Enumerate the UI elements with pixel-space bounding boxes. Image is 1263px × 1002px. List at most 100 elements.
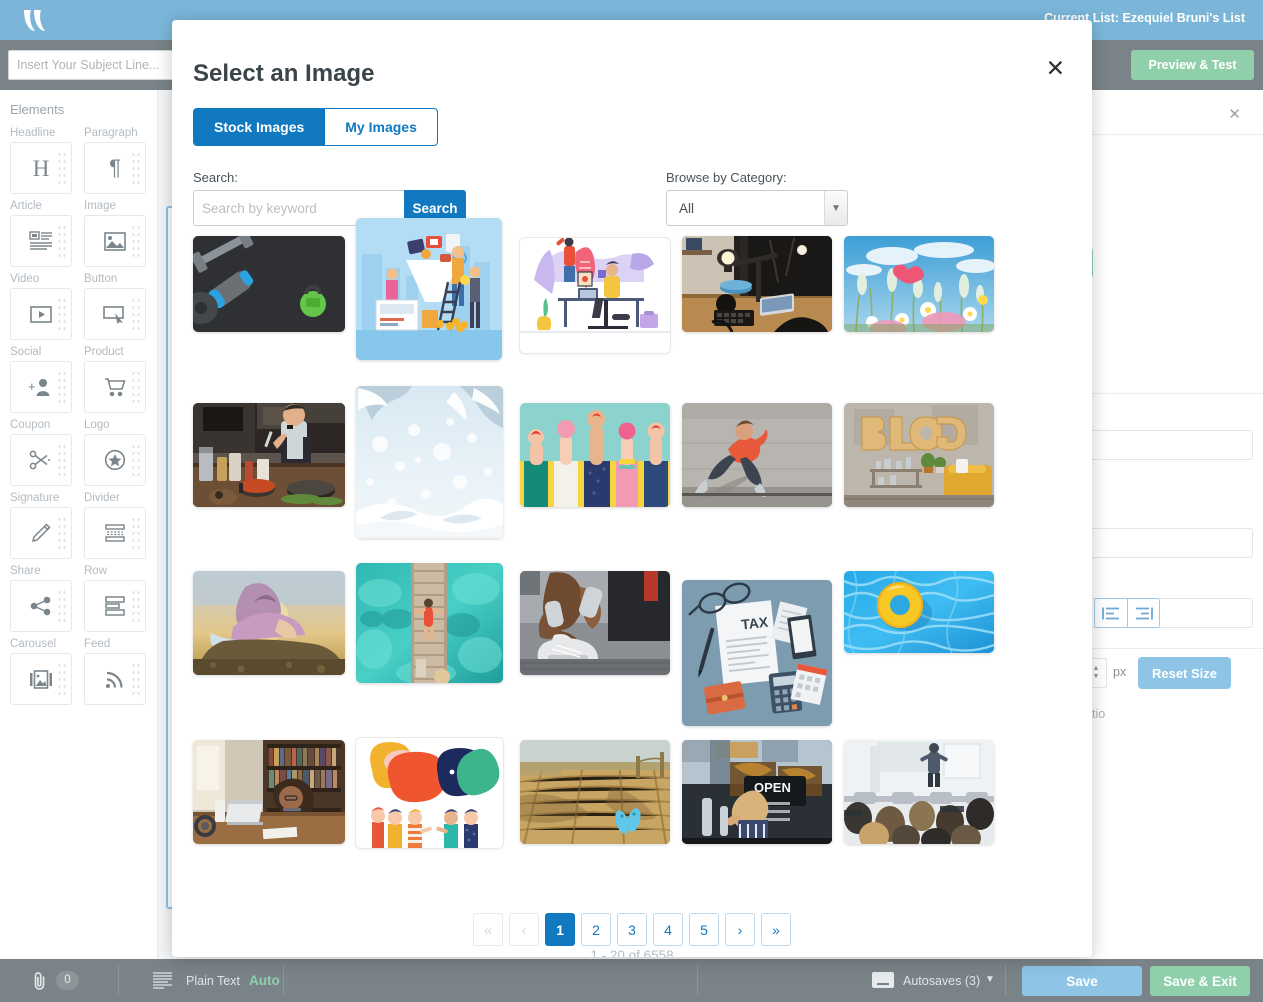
pagination-first[interactable]: «	[473, 913, 503, 946]
pagination-page-4[interactable]: 4	[653, 913, 683, 946]
drag-handle-dots	[131, 224, 140, 258]
pagination-page-5[interactable]: 5	[689, 913, 719, 946]
tab-stock-images[interactable]: Stock Images	[193, 108, 325, 146]
plain-text-icon[interactable]	[152, 971, 177, 990]
element-label: Button	[84, 273, 146, 285]
pagination-page-2[interactable]: 2	[581, 913, 611, 946]
carousel-icon[interactable]	[10, 653, 72, 705]
pagination-result-count: 1 - 20 of 6558	[172, 948, 1092, 957]
element-article[interactable]: Article	[10, 200, 72, 267]
plain-text-label[interactable]: Plain Text	[186, 974, 240, 988]
chevron-down-icon[interactable]: ▼	[985, 974, 995, 985]
close-icon[interactable]: ✕	[1228, 105, 1241, 123]
select-image-modal: Select an Image ✕ Stock Images My Images…	[172, 20, 1092, 957]
element-label: Article	[10, 200, 72, 212]
element-label: Logo	[84, 419, 146, 431]
stock-image-item[interactable]	[520, 740, 670, 844]
element-feed[interactable]: Feed	[84, 638, 146, 705]
element-divider[interactable]: Divider	[84, 492, 146, 559]
preview-test-button[interactable]: Preview & Test	[1131, 50, 1254, 80]
article-icon[interactable]	[10, 215, 72, 267]
element-headline[interactable]: Headline H	[10, 127, 72, 194]
stock-image-item[interactable]: OPEN	[682, 740, 832, 844]
element-product[interactable]: Product	[84, 346, 146, 413]
save-and-exit-button[interactable]: Save & Exit	[1150, 966, 1250, 996]
element-row[interactable]: Row	[84, 565, 146, 632]
stepper-down-icon[interactable]: ▼	[1093, 673, 1100, 681]
stock-image-item[interactable]	[520, 403, 670, 507]
social-icon[interactable]: +	[10, 361, 72, 413]
stock-image-item[interactable]	[356, 738, 503, 848]
stock-image-item[interactable]	[356, 386, 503, 538]
leaf-logo-icon[interactable]	[20, 6, 50, 34]
element-label: Product	[84, 346, 146, 358]
autosaves-label[interactable]: Autosaves (3)	[903, 974, 980, 988]
image-icon[interactable]	[84, 215, 146, 267]
element-button[interactable]: Button	[84, 273, 146, 340]
reset-size-button[interactable]: Reset Size	[1138, 657, 1231, 689]
stepper-up-icon[interactable]: ▲	[1093, 665, 1100, 673]
close-icon[interactable]: ✕	[1046, 57, 1065, 80]
star-badge-icon[interactable]	[84, 434, 146, 486]
pagination-page-3[interactable]: 3	[617, 913, 647, 946]
stock-image-item[interactable]	[356, 563, 503, 683]
drag-handle-dots	[57, 443, 66, 477]
save-button[interactable]: Save	[1022, 966, 1142, 996]
divider-icon[interactable]	[84, 507, 146, 559]
drag-handle-dots	[131, 662, 140, 696]
video-icon[interactable]	[10, 288, 72, 340]
modal-title: Select an Image	[193, 60, 374, 88]
headline-icon[interactable]: H	[10, 142, 72, 194]
stock-image-item[interactable]	[356, 218, 502, 360]
element-social[interactable]: Social +	[10, 346, 72, 413]
stock-image-item[interactable]	[193, 740, 345, 844]
stock-image-item[interactable]	[193, 236, 345, 332]
stock-image-item[interactable]: TAX	[682, 580, 832, 726]
drag-handle-dots	[57, 516, 66, 550]
stock-image-item[interactable]	[193, 403, 345, 507]
product-icon[interactable]	[84, 361, 146, 413]
stock-image-item[interactable]	[520, 238, 670, 353]
element-carousel[interactable]: Carousel	[10, 638, 72, 705]
element-logo[interactable]: Logo	[84, 419, 146, 486]
elements-grid: Headline H Paragraph ¶ Article	[10, 127, 147, 711]
paperclip-icon[interactable]	[32, 971, 47, 991]
drag-handle-dots	[131, 370, 140, 404]
pagination-page-1[interactable]: 1	[545, 913, 575, 946]
stock-image-item[interactable]	[682, 236, 832, 332]
element-share[interactable]: Share	[10, 565, 72, 632]
drag-handle-dots	[131, 589, 140, 623]
tab-my-images[interactable]: My Images	[325, 108, 438, 146]
stock-image-item[interactable]	[844, 236, 994, 332]
stock-image-item[interactable]	[844, 403, 994, 507]
stock-image-item[interactable]	[193, 571, 345, 675]
pagination-last[interactable]: »	[761, 913, 791, 946]
align-left-icon[interactable]	[1095, 599, 1127, 627]
stock-image-item[interactable]	[520, 571, 670, 675]
paragraph-icon[interactable]: ¶	[84, 142, 146, 194]
button-icon[interactable]	[84, 288, 146, 340]
share-icon[interactable]	[10, 580, 72, 632]
align-right-icon[interactable]	[1127, 599, 1159, 627]
auto-label[interactable]: Auto	[249, 973, 280, 988]
stock-image-item[interactable]	[844, 571, 994, 653]
attachment-count-badge: 0	[56, 971, 79, 990]
element-label: Carousel	[10, 638, 72, 650]
drag-handle-dots	[57, 662, 66, 696]
stock-image-item[interactable]	[682, 403, 832, 507]
rss-feed-icon[interactable]	[84, 653, 146, 705]
element-signature[interactable]: Signature	[10, 492, 72, 559]
scissors-icon[interactable]	[10, 434, 72, 486]
element-paragraph[interactable]: Paragraph ¶	[84, 127, 146, 194]
autosave-icon[interactable]	[872, 972, 894, 988]
element-coupon[interactable]: Coupon	[10, 419, 72, 486]
row-icon[interactable]	[84, 580, 146, 632]
element-video[interactable]: Video	[10, 273, 72, 340]
app-root: Current List: Ezequiel Bruni's List Inse…	[0, 0, 1263, 1002]
pagination-prev[interactable]: ‹	[509, 913, 539, 946]
pen-icon[interactable]	[10, 507, 72, 559]
element-image[interactable]: Image	[84, 200, 146, 267]
pagination-next[interactable]: ›	[725, 913, 755, 946]
element-label: Video	[10, 273, 72, 285]
stock-image-item[interactable]	[844, 740, 994, 844]
